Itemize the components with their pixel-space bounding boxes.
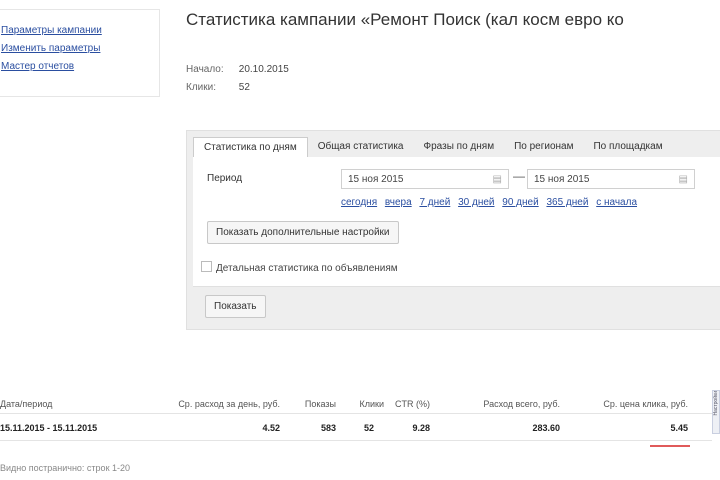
calendar-icon[interactable]: ▤ — [493, 174, 502, 185]
period-365-days-link[interactable]: 365 дней — [546, 197, 588, 208]
tab-by-platform[interactable]: По площадкам — [583, 137, 672, 157]
clicks-label: Клики: — [186, 82, 216, 93]
row-avg-daily-spend: 4.52 — [262, 423, 280, 433]
start-value: 20.10.2015 — [238, 64, 289, 75]
stats-panel: Статистика по дням Общая статистика Фраз… — [186, 130, 720, 330]
row-divider — [0, 440, 712, 441]
col-total-spend[interactable]: Расход всего, руб. — [483, 399, 560, 409]
pagination-info: Видно постранично: строк 1-20 — [0, 463, 131, 473]
date-from-input[interactable]: 15 ноя 2015 ▤ — [341, 169, 509, 189]
report-wizard-link[interactable]: Мастер отчетов — [1, 60, 159, 74]
tab-by-region[interactable]: По регионам — [504, 137, 583, 157]
col-period[interactable]: Дата/период — [0, 399, 52, 409]
col-avg-daily-spend[interactable]: Ср. расход за день, руб. — [178, 399, 280, 409]
highlight-underline — [650, 445, 690, 447]
campaign-params-link[interactable]: Параметры кампании — [1, 24, 159, 38]
detailed-stats-label: Детальная статистика по объявлениям — [216, 263, 398, 274]
stats-tabs: Статистика по дням Общая статистика Фраз… — [193, 137, 673, 158]
show-button[interactable]: Показать — [205, 295, 266, 318]
table-header: Дата/период Ср. расход за день, руб. Пок… — [0, 396, 720, 412]
date-range-dash: — — [513, 169, 525, 183]
date-from-value: 15 ноя 2015 — [348, 174, 404, 185]
settings-side-tab-label: Настройки — [713, 391, 719, 416]
tab-phrases-by-day[interactable]: Фразы по дням — [414, 137, 505, 157]
detailed-stats-option[interactable]: Детальная статистика по объявлениям — [201, 261, 398, 274]
period-label: Период — [207, 173, 243, 184]
extra-settings-button[interactable]: Показать дополнительные настройки — [207, 221, 399, 244]
row-ctr: 9.28 — [412, 423, 430, 433]
settings-side-tab[interactable]: Настройки — [712, 390, 720, 434]
date-to-value: 15 ноя 2015 — [534, 174, 590, 185]
period-7-days-link[interactable]: 7 дней — [419, 197, 450, 208]
col-clicks[interactable]: Клики — [360, 399, 385, 409]
campaign-links-box: Параметры кампании Изменить параметры Ма… — [0, 9, 160, 97]
date-to-input[interactable]: 15 ноя 2015 ▤ — [527, 169, 695, 189]
panel-divider — [193, 286, 720, 287]
clicks-value: 52 — [238, 82, 250, 93]
header-divider — [0, 413, 712, 414]
start-info: Начало: 20.10.2015 — [186, 64, 289, 75]
calendar-icon[interactable]: ▤ — [679, 174, 688, 185]
edit-params-link[interactable]: Изменить параметры — [1, 42, 159, 56]
row-avg-cpc: 5.45 — [670, 423, 688, 433]
row-period: 15.11.2015 - 15.11.2015 — [0, 423, 98, 433]
col-impressions[interactable]: Показы — [305, 399, 336, 409]
period-today-link[interactable]: сегодня — [341, 197, 377, 208]
clicks-info: Клики: 52 — [186, 82, 250, 93]
row-total-spend: 283.60 — [532, 423, 560, 433]
period-30-days-link[interactable]: 30 дней — [458, 197, 494, 208]
row-clicks: 52 — [363, 423, 374, 433]
col-ctr[interactable]: CTR (%) — [395, 399, 430, 409]
start-label: Начало: — [186, 64, 224, 75]
period-yesterday-link[interactable]: вчера — [385, 197, 412, 208]
detailed-stats-checkbox[interactable] — [201, 261, 212, 272]
table-row: 15.11.2015 - 15.11.2015 4.52 583 52 9.28… — [0, 420, 720, 436]
row-impressions: 583 — [320, 423, 336, 433]
period-90-days-link[interactable]: 90 дней — [502, 197, 538, 208]
col-avg-cpc[interactable]: Ср. цена клика, руб. — [603, 399, 688, 409]
period-all-time-link[interactable]: с начала — [596, 197, 637, 208]
tab-stats-by-day[interactable]: Статистика по дням — [193, 137, 308, 158]
tab-general-stats[interactable]: Общая статистика — [308, 137, 414, 157]
quick-period-links: сегодня вчера 7 дней 30 дней 90 дней 365… — [341, 197, 642, 208]
page-title: Статистика кампании «Ремонт Поиск (кал к… — [186, 10, 624, 29]
